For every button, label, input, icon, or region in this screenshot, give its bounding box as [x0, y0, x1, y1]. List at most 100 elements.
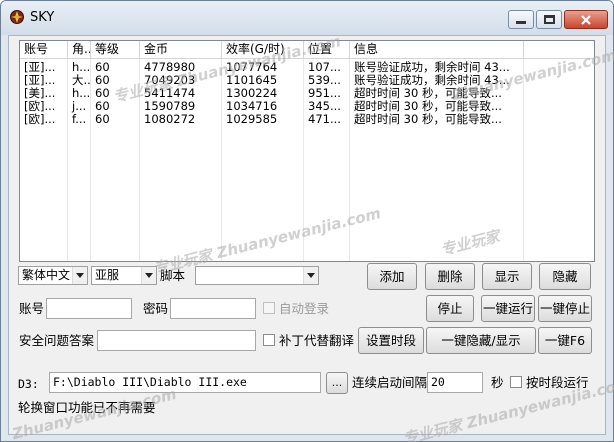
list-header: 账号 角... 等级 金币 效率(G/时) 位置 信息	[20, 41, 594, 59]
account-field[interactable]	[46, 298, 132, 319]
cell-gold: 7049203	[144, 74, 196, 87]
table-row[interactable]: [亚]... 大... 60 7049203 1101645 539... 账号…	[20, 74, 594, 87]
cell-gold: 5411474	[144, 87, 196, 100]
security-answer-field[interactable]	[97, 330, 256, 351]
table-row[interactable]: [欧]... j... 60 1590789 1034716 345... 超时…	[20, 100, 594, 113]
server-select-value: 亚服	[95, 268, 120, 282]
cell-efficiency: 1029585	[226, 113, 278, 126]
cell-position: 539...	[308, 74, 341, 87]
cell-position: 107...	[308, 61, 341, 74]
cell-position: 951...	[308, 87, 341, 100]
delete-button[interactable]: 删除	[425, 263, 475, 290]
cell-account: [欧]...	[24, 113, 56, 126]
seconds-label: 秒	[491, 375, 504, 390]
timed-run-label: 按时段运行	[526, 375, 589, 390]
stop-button[interactable]: 停止	[426, 295, 474, 322]
stop-all-button[interactable]: 一键停止	[538, 295, 592, 322]
column-level[interactable]: 等级	[91, 41, 140, 59]
cell-level: 60	[95, 113, 110, 126]
run-all-button[interactable]: 一键运行	[481, 295, 535, 322]
language-select-value: 繁体中文	[22, 268, 71, 282]
script-select[interactable]	[195, 266, 319, 285]
close-icon	[581, 14, 591, 25]
cell-info: 账号验证成功，剩余时间 43...	[354, 74, 510, 87]
cell-efficiency: 1300224	[226, 87, 278, 100]
script-label: 脚本	[160, 268, 186, 283]
cell-position: 345...	[308, 100, 341, 113]
maximize-icon	[543, 15, 555, 24]
maximize-button[interactable]	[536, 10, 562, 29]
f6-all-button[interactable]: 一键F6	[538, 327, 592, 354]
show-button[interactable]: 显示	[482, 263, 532, 290]
launch-interval-field[interactable]: 20	[427, 372, 483, 393]
column-character[interactable]: 角...	[68, 41, 91, 59]
table-row[interactable]: [美]... h... 60 5411474 1300224 951... 超时…	[20, 87, 594, 100]
cell-gold: 1590789	[144, 100, 196, 113]
d3-label: D3:	[18, 377, 39, 391]
list-rows: [亚]... h... 60 4778980 1077764 107... 账号…	[20, 61, 594, 126]
close-button[interactable]	[564, 10, 608, 29]
table-row[interactable]: [欧]... f... 60 1080272 1029585 471... 超时…	[20, 113, 594, 126]
hide-show-all-button[interactable]: 一键隐藏/显示	[426, 327, 536, 354]
chevron-down-icon	[72, 267, 87, 284]
cell-gold: 1080272	[144, 113, 196, 126]
cell-position: 471...	[308, 113, 341, 126]
minimize-icon	[516, 21, 526, 24]
status-text: 轮换窗口功能已不再需要	[18, 400, 156, 415]
column-filler	[524, 41, 594, 59]
cell-info: 超时时间 30 秒，可能导致...	[354, 100, 502, 113]
column-info[interactable]: 信息	[350, 41, 524, 59]
cell-level: 60	[95, 61, 110, 74]
column-gold[interactable]: 金币	[140, 41, 222, 59]
cell-level: 60	[95, 100, 110, 113]
cell-info: 超时时间 30 秒，可能导致...	[354, 113, 502, 126]
cell-account: [美]...	[24, 87, 56, 100]
cell-character: h...	[72, 61, 91, 74]
cell-efficiency: 1077764	[226, 61, 278, 74]
cell-account: [亚]...	[24, 61, 56, 74]
cell-character: 大...	[72, 74, 91, 87]
set-time-button[interactable]: 设置时段	[358, 327, 424, 354]
table-row[interactable]: [亚]... h... 60 4778980 1077764 107... 账号…	[20, 61, 594, 74]
cell-efficiency: 1034716	[226, 100, 278, 113]
cell-character: h...	[72, 87, 91, 100]
window-title: SKY	[30, 10, 55, 25]
cell-character: f...	[72, 113, 87, 126]
title-bar[interactable]: SKY	[1, 1, 613, 35]
cell-level: 60	[95, 87, 110, 100]
d3-path-field[interactable]: F:\Diablo III\Diablo III.exe	[49, 372, 321, 393]
launch-interval-label: 连续启动间隔	[352, 375, 428, 390]
client-area: 账号 角... 等级 金币 效率(G/时) 位置 信息 [亚]..	[8, 35, 606, 435]
security-answer-label: 安全问题答案	[19, 333, 95, 348]
patch-translate-checkbox[interactable]	[263, 334, 275, 346]
column-efficiency[interactable]: 效率(G/时)	[222, 41, 304, 59]
cell-gold: 4778980	[144, 61, 196, 74]
account-label: 账号	[19, 301, 45, 316]
cell-efficiency: 1101645	[226, 74, 278, 87]
chevron-down-icon	[141, 267, 156, 284]
password-field[interactable]	[170, 298, 256, 319]
server-select[interactable]: 亚服	[91, 266, 157, 285]
app-icon	[10, 10, 24, 24]
hide-button[interactable]: 隐藏	[539, 263, 591, 290]
language-select[interactable]: 繁体中文	[18, 266, 88, 285]
main-window: SKY 账号 角... 等级 金币 效率(G/时) 位置 信息	[0, 0, 614, 442]
minimize-button[interactable]	[508, 10, 534, 29]
cell-character: j...	[72, 100, 87, 113]
cell-info: 账号验证成功，剩余时间 43...	[354, 61, 510, 74]
chevron-down-icon	[303, 267, 318, 284]
cell-account: [亚]...	[24, 74, 56, 87]
column-position[interactable]: 位置	[304, 41, 350, 59]
cell-account: [欧]...	[24, 100, 56, 113]
account-list[interactable]: 账号 角... 等级 金币 效率(G/时) 位置 信息 [亚]..	[19, 40, 595, 262]
cell-info: 超时时间 30 秒，可能导致...	[354, 87, 502, 100]
column-account[interactable]: 账号	[20, 41, 68, 59]
timed-run-checkbox[interactable]	[510, 376, 522, 388]
add-button[interactable]: 添加	[367, 263, 417, 290]
cell-level: 60	[95, 74, 110, 87]
auto-login-checkbox[interactable]	[263, 302, 275, 314]
auto-login-label: 自动登录	[279, 301, 330, 316]
password-label: 密码	[143, 301, 169, 316]
browse-button[interactable]: ...	[326, 372, 348, 394]
patch-translate-label: 补丁代替翻译	[279, 333, 355, 348]
